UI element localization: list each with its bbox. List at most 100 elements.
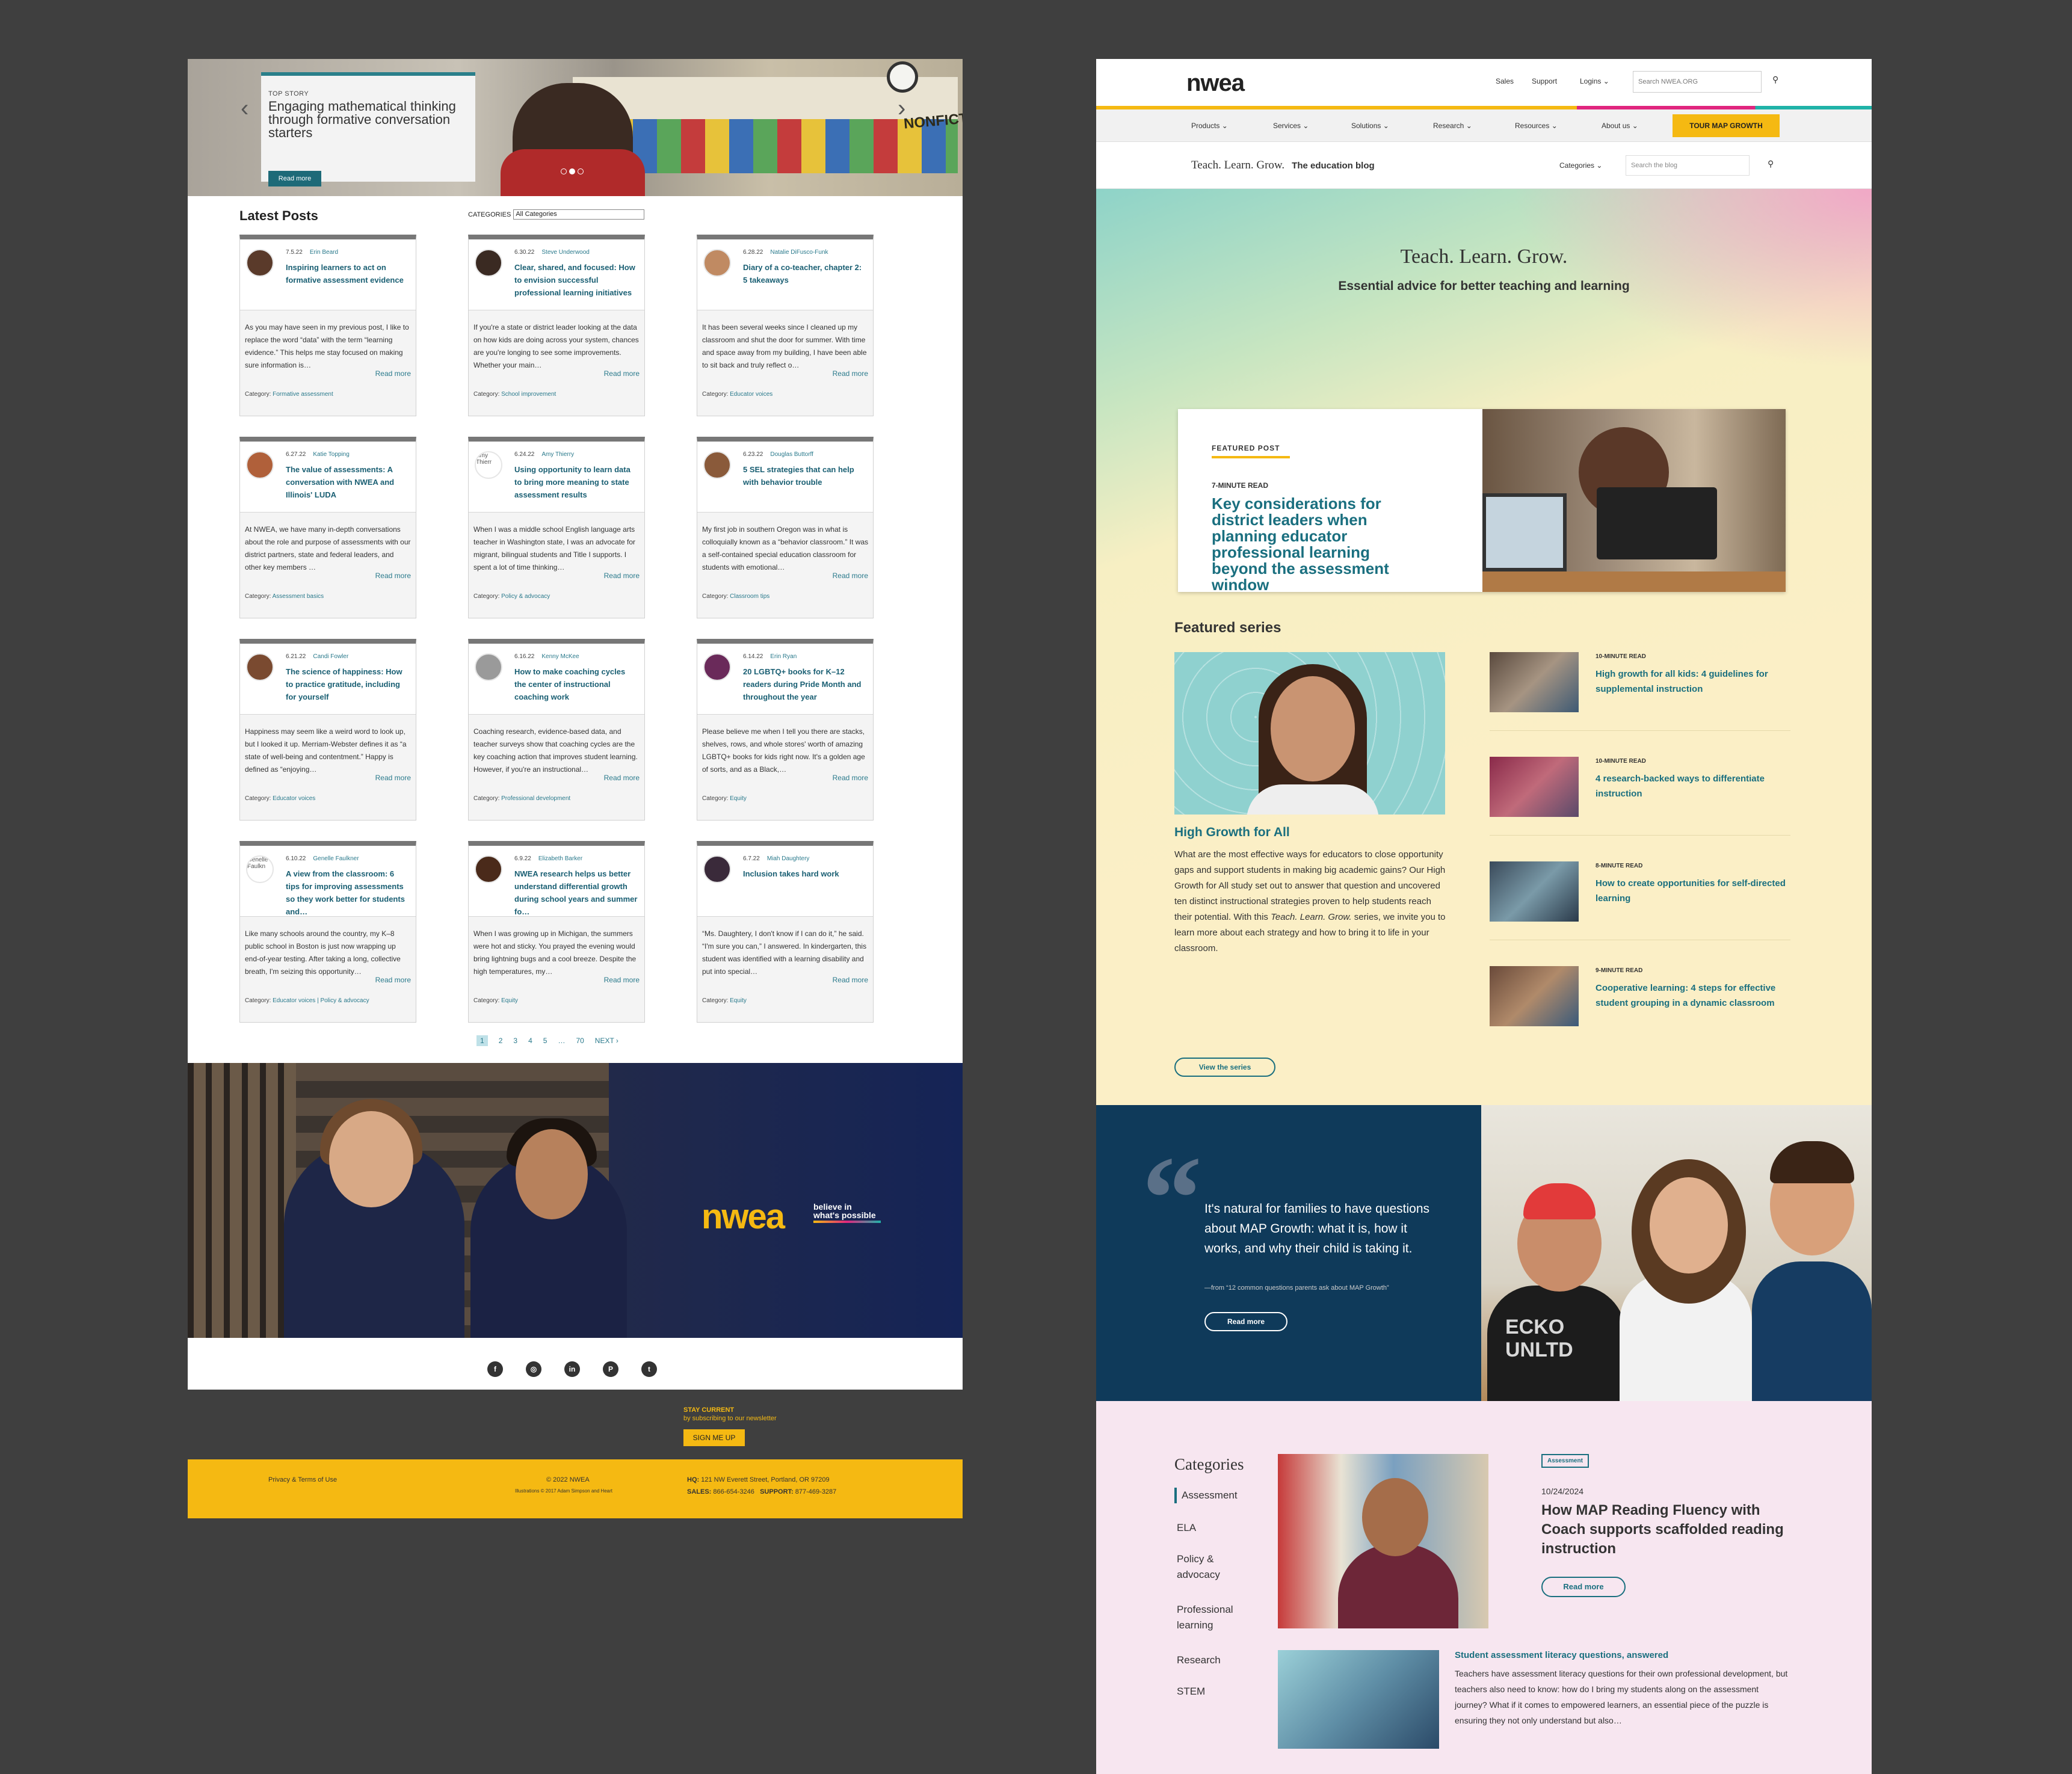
util-link-support[interactable]: Support [1532, 77, 1557, 85]
site-search-input[interactable]: Search NWEA.ORG [1633, 71, 1762, 93]
category-ela[interactable]: ELA [1177, 1520, 1196, 1536]
post-read-more-link[interactable]: Read more [375, 976, 411, 984]
series-item-title[interactable]: 4 research-backed ways to differentiate … [1596, 771, 1794, 801]
category-tag[interactable]: Assessment [1541, 1454, 1589, 1468]
post-title[interactable]: Clear, shared, and focused: How to envis… [514, 261, 638, 299]
post-read-more-link[interactable]: Read more [604, 976, 640, 984]
post-category-link[interactable]: Policy & advocacy [501, 593, 550, 600]
post-card[interactable]: Genelle Faulkn 6.10.22 Genelle Faulkner A v… [239, 841, 416, 1023]
series-item[interactable]: 10-MINUTE READ 4 research-backed ways to… [1490, 757, 1790, 836]
blog-title[interactable]: Teach. Learn. Grow. The education blog [1191, 159, 1375, 172]
top-story-title[interactable]: Engaging mathematical thinking through f… [268, 100, 467, 140]
post-author[interactable]: Erin Beard [310, 249, 338, 256]
nav-products[interactable]: Products ⌄ [1191, 122, 1228, 130]
view-series-button[interactable]: View the series [1174, 1058, 1275, 1077]
page-link[interactable]: 5 [543, 1036, 547, 1045]
support-phone[interactable]: 877-469-3287 [795, 1488, 837, 1495]
post-category-link[interactable]: Equity [730, 997, 747, 1004]
post-title[interactable]: 20 LGBTQ+ books for K–12 readers during … [743, 665, 867, 703]
post-card[interactable]: 6.7.22 Miah Daughtery Inclusion takes hard… [697, 841, 874, 1023]
page-link[interactable]: 4 [528, 1036, 532, 1045]
next-page-link[interactable]: NEXT › [595, 1036, 618, 1045]
featured-post-card[interactable]: FEATURED POST 7-MINUTE READ Key consider… [1178, 409, 1786, 593]
post-read-more-link[interactable]: Read more [604, 774, 640, 782]
blog-search-input[interactable]: Search the blog [1626, 155, 1750, 176]
post-title[interactable]: 5 SEL strategies that can help with beha… [743, 463, 867, 488]
linkedin-icon[interactable]: in [564, 1361, 580, 1377]
post-category-link[interactable]: Equity [501, 997, 518, 1004]
carousel-prev-icon[interactable]: ‹ [241, 95, 248, 122]
post-card[interactable]: 6.27.22 Katie Topping The value of assessm… [239, 437, 416, 618]
post-card[interactable]: 6.9.22 Elizabeth Barker NWEA research help… [468, 841, 645, 1023]
post-category-link[interactable]: Assessment basics [273, 593, 324, 600]
post-card[interactable]: 6.16.22 Kenny McKee How to make coaching c… [468, 639, 645, 821]
search-icon[interactable]: ⚲ [1768, 159, 1774, 169]
post-read-more-link[interactable]: Read more [604, 369, 640, 378]
carousel-dot[interactable] [578, 168, 584, 174]
post-card[interactable]: 6.14.22 Erin Ryan 20 LGBTQ+ books for K–12… [697, 639, 874, 821]
post-author[interactable]: Genelle Faulkner [313, 855, 359, 862]
sales-phone[interactable]: 866-654-3246 [713, 1488, 754, 1495]
post-author[interactable]: Natalie DiFusco-Funk [770, 249, 828, 256]
facebook-icon[interactable]: f [487, 1361, 503, 1377]
page-link[interactable]: 1 [476, 1035, 488, 1046]
featured-series-image[interactable] [1174, 652, 1445, 815]
series-item[interactable]: 9-MINUTE READ Cooperative learning: 4 st… [1490, 966, 1790, 1026]
nwea-logo[interactable]: nwea [1186, 70, 1245, 97]
featured-series-title[interactable]: High Growth for All [1174, 825, 1290, 840]
post-card[interactable]: 6.21.22 Candi Fowler The science of happin… [239, 639, 416, 821]
series-item-title[interactable]: Cooperative learning: 4 steps for effect… [1596, 981, 1794, 1011]
category-article-image[interactable] [1278, 1454, 1488, 1628]
post-title[interactable]: Using opportunity to learn data to bring… [514, 463, 638, 501]
top-story-read-more-button[interactable]: Read more [268, 171, 321, 186]
article-read-more-button[interactable]: Read more [1541, 1577, 1626, 1597]
post-author[interactable]: Steve Underwood [541, 249, 590, 256]
post-read-more-link[interactable]: Read more [833, 369, 868, 378]
post-read-more-link[interactable]: Read more [833, 976, 868, 984]
nav-resources[interactable]: Resources ⌄ [1515, 122, 1558, 130]
post-category-link[interactable]: Educator voices [730, 391, 772, 398]
category-stem[interactable]: STEM [1177, 1684, 1205, 1699]
post-category-link[interactable]: Professional development [501, 795, 570, 802]
series-item-title[interactable]: How to create opportunities for self-dir… [1596, 876, 1794, 906]
quote-read-more-button[interactable]: Read more [1204, 1312, 1287, 1331]
category-policy-advocacy[interactable]: Policy & advocacy [1177, 1551, 1243, 1583]
category-assessment[interactable]: Assessment [1174, 1488, 1238, 1503]
post-read-more-link[interactable]: Read more [833, 571, 868, 580]
post-category-link[interactable]: School improvement [501, 391, 556, 398]
post-category-link[interactable]: Formative assessment [273, 391, 333, 398]
post-title[interactable]: Inspiring learners to act on formative a… [286, 261, 410, 286]
post-card[interactable]: 7.5.22 Erin Beard Inspiring learners to ac… [239, 235, 416, 416]
pinterest-icon[interactable]: P [603, 1361, 618, 1377]
instagram-icon[interactable]: ◎ [526, 1361, 541, 1377]
post-card[interactable]: 6.23.22 Douglas Buttorff 5 SEL strategies … [697, 437, 874, 618]
carousel-dots[interactable] [561, 168, 584, 174]
series-item-title[interactable]: High growth for all kids: 4 guidelines f… [1596, 667, 1794, 697]
nav-research[interactable]: Research ⌄ [1433, 122, 1472, 130]
featured-post-title[interactable]: Key considerations for district leaders … [1212, 496, 1416, 593]
series-item[interactable]: 10-MINUTE READ High growth for all kids:… [1490, 652, 1790, 731]
secondary-article-title[interactable]: Student assessment literacy questions, a… [1455, 1650, 1668, 1660]
secondary-article-image[interactable] [1278, 1650, 1439, 1749]
privacy-link[interactable]: Privacy & Terms of Use [268, 1476, 337, 1483]
util-link-logins[interactable]: Logins ⌄ [1580, 77, 1609, 85]
nav-solutions[interactable]: Solutions ⌄ [1351, 122, 1389, 130]
page-link[interactable]: 3 [513, 1036, 517, 1045]
page-link[interactable]: 2 [499, 1036, 503, 1045]
post-title[interactable]: A view from the classroom: 6 tips for im… [286, 867, 410, 918]
nav-about[interactable]: About us ⌄ [1602, 122, 1638, 130]
post-author[interactable]: Amy Thierry [541, 451, 574, 458]
category-professional-learning[interactable]: Professional learning [1177, 1602, 1255, 1633]
post-read-more-link[interactable]: Read more [375, 774, 411, 782]
post-read-more-link[interactable]: Read more [833, 774, 868, 782]
post-title[interactable]: The value of assessments: A conversation… [286, 463, 410, 501]
series-item[interactable]: 8-MINUTE READ How to create opportunitie… [1490, 861, 1790, 940]
post-title[interactable]: NWEA research helps us better understand… [514, 867, 638, 918]
post-category-link[interactable]: Educator voices | Policy & advocacy [273, 997, 369, 1004]
post-read-more-link[interactable]: Read more [604, 571, 640, 580]
post-author[interactable]: Elizabeth Barker [538, 855, 582, 862]
post-title[interactable]: Inclusion takes hard work [743, 867, 867, 880]
post-author[interactable]: Miah Daughtery [767, 855, 810, 862]
post-read-more-link[interactable]: Read more [375, 571, 411, 580]
post-category-link[interactable]: Equity [730, 795, 747, 802]
